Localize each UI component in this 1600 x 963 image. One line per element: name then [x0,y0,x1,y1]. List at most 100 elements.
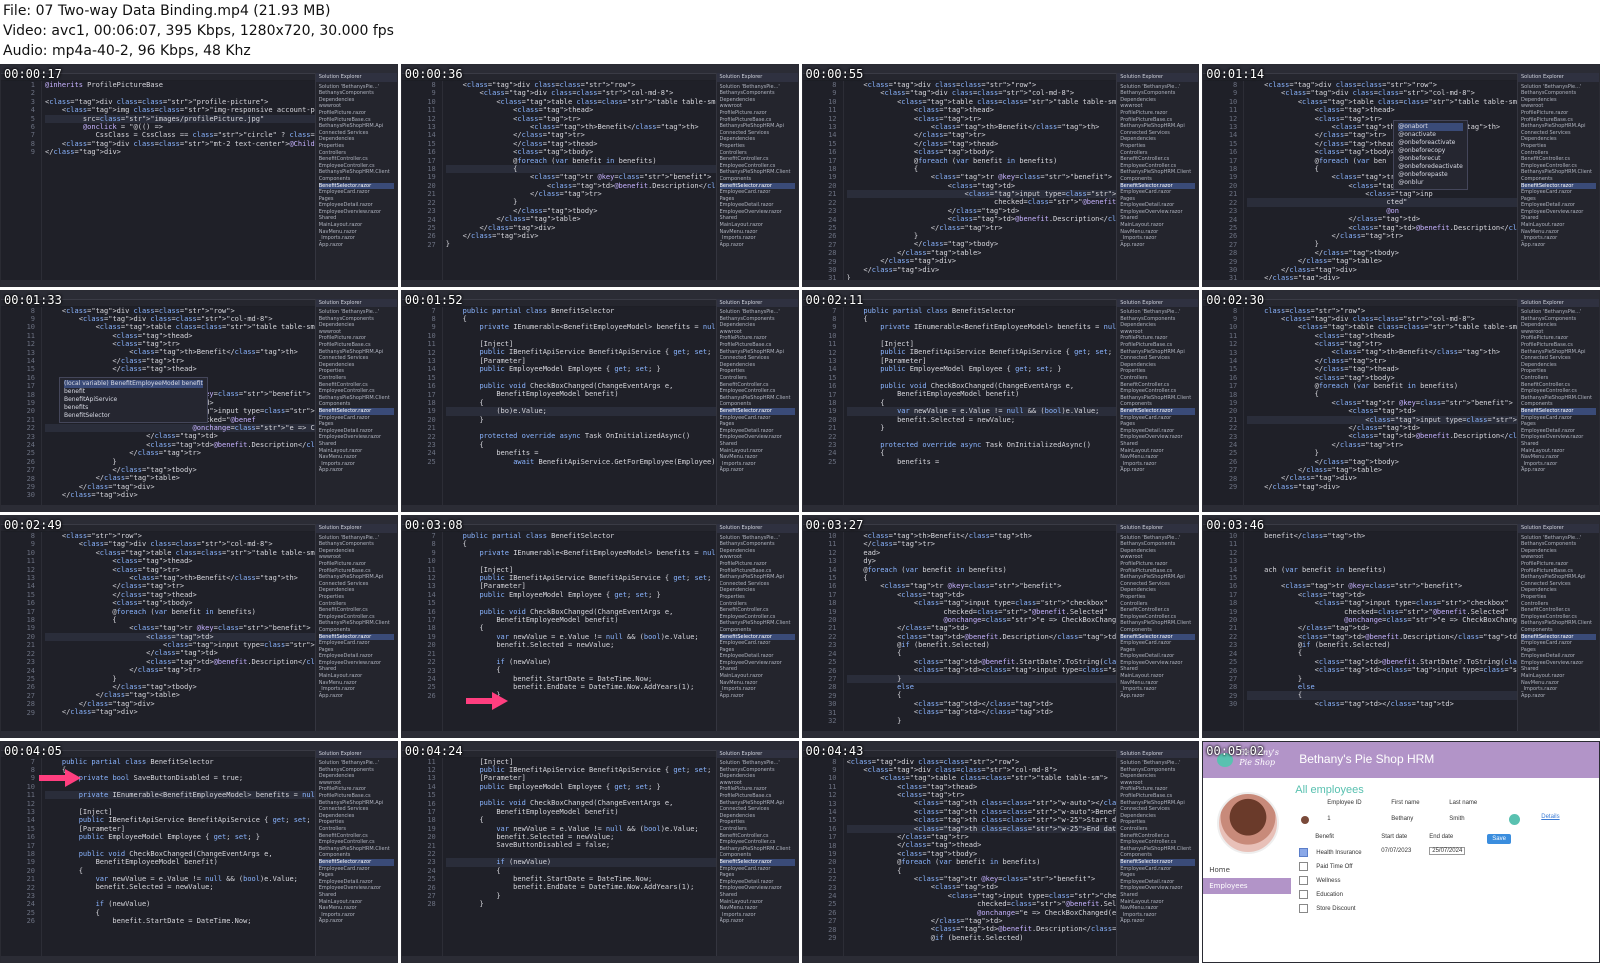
solution-item[interactable]: ProfilePictureBase.cs [1521,568,1596,575]
solution-item[interactable]: Solution 'BethanysPie...' [720,309,795,316]
solution-item[interactable]: EmployeeOverview.razor [319,885,394,892]
solution-item[interactable]: BenefitController.cs [319,156,394,163]
solution-item[interactable]: MainLayout.razor [720,448,795,455]
video-thumbnail[interactable]: 00:01:33 8 9 10 11 12 13 14 15 16 17 18 19 20 21 22 23 24… [0,289,398,512]
solution-item[interactable]: Dependencies [1521,362,1596,369]
solution-item[interactable]: Controllers [1521,375,1596,382]
solution-item[interactable]: Components [319,176,394,183]
solution-item[interactable]: _Imports.razor [1521,461,1596,468]
solution-item[interactable]: NavMenu.razor [1120,905,1195,912]
solution-item[interactable]: Dependencies [1120,362,1195,369]
solution-item[interactable]: BenefitController.cs [720,607,795,614]
solution-item[interactable]: EmployeeDetail.razor [1521,202,1596,209]
solution-item[interactable]: ProfilePictureBase.cs [1521,342,1596,349]
solution-item[interactable]: App.razor [720,918,795,925]
solution-item[interactable]: BenefitController.cs [1521,382,1596,389]
solution-item[interactable]: Pages [720,647,795,654]
video-thumbnail[interactable]: 00:00:17 1 2 3 4 5 6 7 8 9 @inherits ProfilePictur… [0,64,398,287]
solution-item[interactable]: NavMenu.razor [1120,229,1195,236]
solution-item[interactable]: Pages [720,872,795,879]
benefit-end-date[interactable]: 25/07/2024 [1429,846,1466,855]
solution-item[interactable]: Controllers [720,150,795,157]
solution-item[interactable]: Connected Services [720,355,795,362]
solution-item[interactable]: Solution 'BethanysPie...' [1521,535,1596,542]
solution-item[interactable]: BethanysPieShopHRM.Client [1521,169,1596,176]
solution-explorer[interactable]: Solution Explorer Solution 'BethanysPie..… [1116,298,1199,505]
solution-item[interactable]: BenefitSelector.razor [719,859,795,866]
solution-item[interactable]: Properties [720,819,795,826]
code-editor[interactable]: 7 8 9 10 11 12 13 14 15 16 17 18 19 20 21 22 23 24 25 publ… [802,306,1117,505]
solution-item[interactable]: BethanysPieShopHRM.Api [319,574,394,581]
solution-item[interactable]: Dependencies [720,136,795,143]
solution-item[interactable]: Dependencies [1521,587,1596,594]
solution-item[interactable]: NavMenu.razor [1120,680,1195,687]
solution-item[interactable]: EmployeeCard.razor [720,415,795,422]
solution-item[interactable]: wwwroot [720,103,795,110]
solution-item[interactable]: Controllers [1521,150,1596,157]
code-editor[interactable]: 11 12 13 14 15 16 17 18 19 20 21 22 23 24 25 26 27 28 [In… [401,757,716,956]
solution-item[interactable]: _Imports.razor [319,912,394,919]
solution-item[interactable]: Properties [319,143,394,150]
video-thumbnail[interactable]: 00:01:52 7 8 9 10 11 12 13 14 15 16 17 18 19 20 21 22 23 2… [400,289,799,512]
solution-item[interactable]: Pages [720,421,795,428]
video-thumbnail[interactable]: 00:03:46 10 11 12 13 14 15 16 17 18 19 20 21 22 23 24 25… [1202,515,1600,738]
solution-item[interactable]: App.razor [1120,242,1195,249]
solution-item[interactable]: Dependencies [720,773,795,780]
code-editor[interactable]: 8 9 10 11 12 13 14 15 16 17 18 19 20 21 22 23 24 25 26 27 28… [802,81,1117,280]
solution-item[interactable]: Dependencies [1521,136,1596,143]
solution-item[interactable]: Components [1521,176,1596,183]
solution-explorer[interactable]: Solution Explorer Solution 'BethanysPie..… [715,298,798,505]
solution-item[interactable]: EmployeeDetail.razor [319,428,394,435]
solution-item[interactable]: _Imports.razor [319,461,394,468]
solution-item[interactable]: BethanysComponents [319,90,394,97]
solution-item[interactable]: Controllers [720,375,795,382]
solution-item[interactable]: Solution 'BethanysPie...' [1120,760,1195,767]
solution-explorer[interactable]: Solution Explorer Solution 'BethanysPie..… [715,73,798,280]
solution-item[interactable]: Shared [1521,215,1596,222]
solution-item[interactable]: MainLayout.razor [1120,673,1195,680]
solution-item[interactable]: Connected Services [1120,581,1195,588]
solution-item[interactable]: ProfilePictureBase.cs [319,793,394,800]
solution-item[interactable]: ProfilePictureBase.cs [319,117,394,124]
solution-item[interactable]: EmployeeController.cs [1521,388,1596,395]
solution-item[interactable]: EmployeeDetail.razor [1521,653,1596,660]
solution-item[interactable]: Shared [1521,666,1596,673]
benefit-checkbox[interactable] [1299,903,1309,913]
solution-item[interactable]: Components [319,852,394,859]
solution-item[interactable]: EmployeeController.cs [319,163,394,170]
solution-item[interactable]: Shared [1120,666,1195,673]
video-thumbnail[interactable]: 00:04:24 11 12 13 14 15 16 17 18 19 20 21 22 23 24 25 26… [400,740,799,963]
solution-item[interactable]: Dependencies [1521,322,1596,329]
solution-item[interactable]: EmployeeOverview.razor [1120,885,1195,892]
solution-item[interactable]: Shared [720,666,795,673]
solution-item[interactable]: ProfilePicture.razor [319,335,394,342]
solution-item[interactable]: EmployeeCard.razor [1120,640,1195,647]
solution-item[interactable]: BethanysPieShopHRM.Api [319,349,394,356]
solution-item[interactable]: Connected Services [319,581,394,588]
solution-item[interactable]: EmployeeCard.razor [1120,415,1195,422]
solution-item[interactable]: ProfilePicture.razor [1521,110,1596,117]
solution-item[interactable]: EmployeeController.cs [1120,163,1195,170]
solution-item[interactable]: Dependencies [319,362,394,369]
solution-item[interactable]: Dependencies [319,813,394,820]
solution-item[interactable]: Dependencies [720,813,795,820]
solution-item[interactable]: BenefitSelector.razor [1120,408,1196,415]
code-editor[interactable]: 7 8 9 10 11 12 13 14 15 16 17 18 19 20 21 22 23 24 25 26 pu… [401,532,716,731]
solution-item[interactable]: EmployeeOverview.razor [720,660,795,667]
solution-item[interactable]: Dependencies [720,548,795,555]
solution-item[interactable]: BethanysPieShopHRM.Client [319,395,394,402]
solution-item[interactable]: Connected Services [1120,806,1195,813]
video-thumbnail[interactable]: 00:03:08 7 8 9 10 11 12 13 14 15 16 17 18 19 20 21 22 23 2… [400,515,799,738]
solution-item[interactable]: EmployeeController.cs [1521,614,1596,621]
solution-item[interactable]: Connected Services [1521,581,1596,588]
solution-item[interactable]: NavMenu.razor [720,229,795,236]
solution-item[interactable]: Pages [1521,647,1596,654]
solution-item[interactable]: BethanysPieShopHRM.Api [1521,349,1596,356]
solution-item[interactable]: Components [1120,852,1195,859]
solution-item[interactable]: Components [319,627,394,634]
solution-item[interactable]: Solution 'BethanysPie...' [720,760,795,767]
solution-item[interactable]: ProfilePictureBase.cs [1120,793,1195,800]
solution-item[interactable]: MainLayout.razor [1120,222,1195,229]
solution-item[interactable]: BethanysPieShopHRM.Api [319,800,394,807]
solution-item[interactable]: EmployeeDetail.razor [1120,653,1195,660]
